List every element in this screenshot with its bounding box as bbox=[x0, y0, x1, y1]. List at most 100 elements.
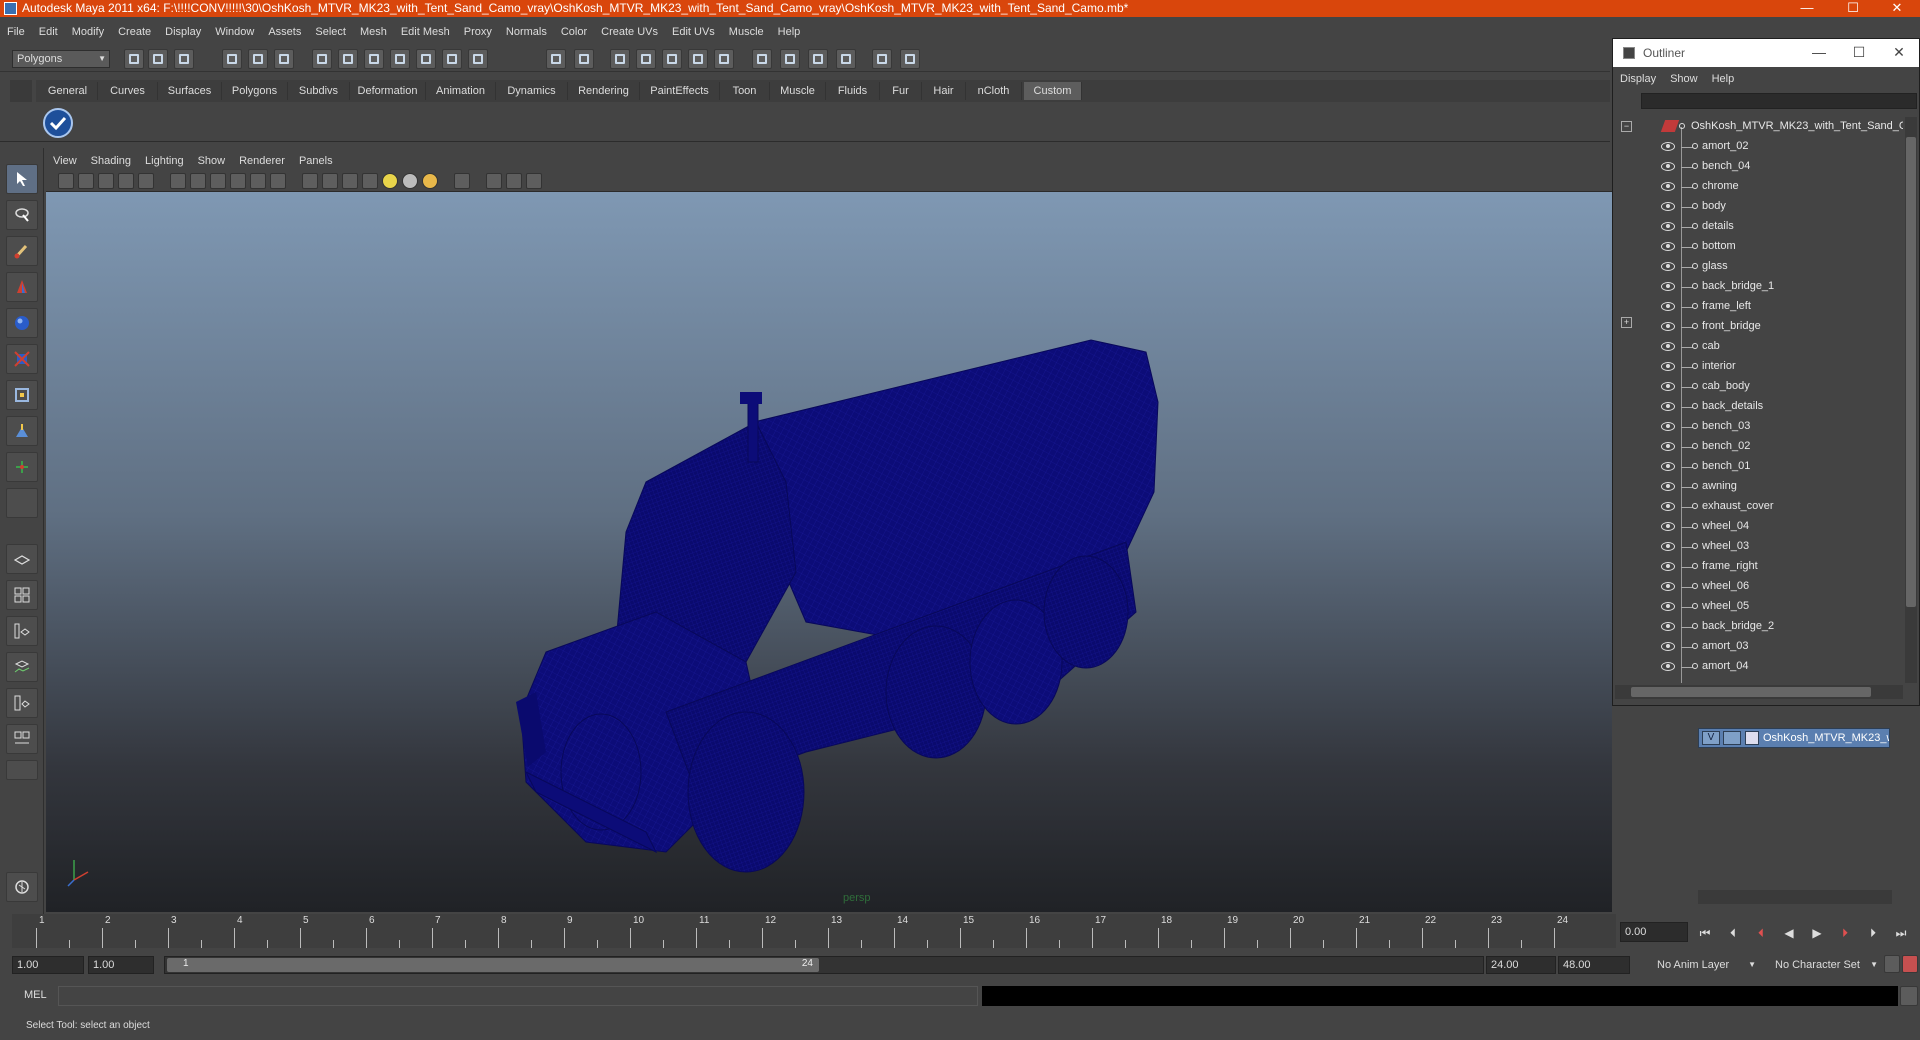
command-language-label[interactable]: MEL bbox=[24, 989, 47, 1001]
attribute-editor-icon[interactable] bbox=[808, 49, 828, 69]
shelf-tab-dynamics[interactable]: Dynamics bbox=[496, 82, 568, 100]
open-scene-icon[interactable] bbox=[148, 49, 168, 69]
input-line-icon[interactable] bbox=[752, 49, 772, 69]
outliner-item[interactable]: exhaust_cover bbox=[1613, 497, 1903, 517]
menu-file[interactable]: File bbox=[0, 22, 32, 42]
time-slider[interactable]: 1 2 3 4 5 6 7 8 9 10 11 12 13 14 15 16 17 18 19 20 21 22 23 24 bbox=[12, 914, 1616, 948]
end-time-field[interactable]: 48.00 bbox=[1558, 956, 1630, 974]
display-layer-row[interactable]: V OshKosh_MTVR_MK23_with_Tent_Sand_Camo bbox=[1698, 728, 1890, 748]
layout-persp-graph-icon[interactable] bbox=[6, 652, 38, 682]
shelf-tab-fur[interactable]: Fur bbox=[880, 82, 922, 100]
outliner-item[interactable]: interior bbox=[1613, 357, 1903, 377]
outliner-item[interactable]: cab_body bbox=[1613, 377, 1903, 397]
outliner-item[interactable]: back_bridge_1 bbox=[1613, 277, 1903, 297]
outliner-item[interactable]: bench_03 bbox=[1613, 417, 1903, 437]
outliner-item[interactable]: chrome bbox=[1613, 177, 1903, 197]
menu-muscle[interactable]: Muscle bbox=[722, 22, 771, 42]
perspective-viewport[interactable] bbox=[46, 192, 1612, 912]
outliner-item[interactable]: amort_03 bbox=[1613, 637, 1903, 657]
current-time-field[interactable]: 0.00 bbox=[1620, 922, 1688, 942]
layer-horizontal-scrollbar[interactable] bbox=[1698, 890, 1892, 904]
script-editor-icon[interactable] bbox=[1900, 986, 1918, 1006]
shelf-tab-custom[interactable]: Custom bbox=[1024, 82, 1082, 100]
wireframe-on-shaded-icon[interactable] bbox=[342, 173, 358, 189]
range-handle[interactable]: 1 24 bbox=[167, 958, 819, 972]
gate-mask-icon[interactable] bbox=[210, 173, 226, 189]
menu-assets[interactable]: Assets bbox=[261, 22, 308, 42]
last-tool-icon[interactable] bbox=[6, 488, 38, 518]
shelf-tab-fluids[interactable]: Fluids bbox=[826, 82, 880, 100]
snap-curve-icon[interactable] bbox=[338, 49, 358, 69]
panel-menu-renderer[interactable]: Renderer bbox=[232, 152, 292, 170]
playback-start-field[interactable]: 1.00 bbox=[88, 956, 154, 974]
bookmark-icon[interactable] bbox=[98, 173, 114, 189]
shelf-tab-ncloth[interactable]: nCloth bbox=[966, 82, 1022, 100]
field-chart-icon[interactable] bbox=[230, 173, 246, 189]
scale-tool-icon[interactable] bbox=[6, 344, 38, 374]
layout-four-icon[interactable] bbox=[6, 580, 38, 610]
wireframe-icon[interactable] bbox=[302, 173, 318, 189]
manipulator-tool-icon[interactable] bbox=[6, 380, 38, 410]
step-forward-key-icon[interactable]: ⏵ bbox=[1836, 925, 1854, 941]
start-time-field[interactable]: 1.00 bbox=[12, 956, 84, 974]
shelf-tab-polygons[interactable]: Polygons bbox=[222, 82, 288, 100]
shelf-tab-curves[interactable]: Curves bbox=[98, 82, 158, 100]
outliner-item[interactable]: frame_left bbox=[1613, 297, 1903, 317]
outliner-maximize-button[interactable]: ☐ bbox=[1839, 39, 1879, 67]
shelf-tab-deformation[interactable]: Deformation bbox=[350, 82, 426, 100]
use-all-lights-icon[interactable] bbox=[382, 173, 398, 189]
smooth-shade-icon[interactable] bbox=[322, 173, 338, 189]
menu-help[interactable]: Help bbox=[771, 22, 808, 42]
grid-icon[interactable] bbox=[138, 173, 154, 189]
select-component-icon[interactable] bbox=[274, 49, 294, 69]
xray-icon[interactable] bbox=[486, 173, 502, 189]
outliner-item[interactable]: back_details bbox=[1613, 397, 1903, 417]
menu-set-dropdown[interactable]: Polygons ▼ bbox=[12, 50, 110, 68]
outliner-item[interactable]: frame_right bbox=[1613, 557, 1903, 577]
quick-layout-icon[interactable] bbox=[6, 872, 38, 902]
range-track[interactable]: 1 24 bbox=[164, 956, 1484, 974]
panel-menu-lighting[interactable]: Lighting bbox=[138, 152, 191, 170]
help-icon[interactable] bbox=[468, 49, 488, 69]
isolate-select-icon[interactable] bbox=[454, 173, 470, 189]
snap-surface-icon[interactable] bbox=[416, 49, 436, 69]
lasso-tool-icon[interactable] bbox=[6, 200, 38, 230]
menu-proxy[interactable]: Proxy bbox=[457, 22, 499, 42]
channel-box-icon[interactable] bbox=[780, 49, 800, 69]
outliner-menu-show[interactable]: Show bbox=[1663, 69, 1705, 89]
outliner-item[interactable]: glass bbox=[1613, 257, 1903, 277]
outliner-minimize-button[interactable]: — bbox=[1799, 39, 1839, 67]
menu-create-uvs[interactable]: Create UVs bbox=[594, 22, 665, 42]
layer-editor-icon[interactable] bbox=[872, 49, 892, 69]
menu-display[interactable]: Display bbox=[158, 22, 208, 42]
save-scene-icon[interactable] bbox=[174, 49, 194, 69]
menu-edit-mesh[interactable]: Edit Mesh bbox=[394, 22, 457, 42]
menu-select[interactable]: Select bbox=[308, 22, 353, 42]
maximize-button[interactable]: ☐ bbox=[1830, 0, 1876, 17]
snap-plane-icon[interactable] bbox=[390, 49, 410, 69]
anim-layer-dropdown[interactable]: No Anim Layer ▼ bbox=[1652, 956, 1760, 974]
soft-mod-tool-icon[interactable] bbox=[6, 416, 38, 446]
go-to-end-icon[interactable]: ⏭ bbox=[1892, 925, 1910, 941]
camera-select-icon[interactable] bbox=[58, 173, 74, 189]
select-hierarchy-icon[interactable] bbox=[222, 49, 242, 69]
animation-preferences-icon[interactable] bbox=[1902, 955, 1918, 973]
layer-color-swatch[interactable] bbox=[1745, 731, 1759, 745]
ipr-render-icon[interactable] bbox=[636, 49, 656, 69]
outliner-item[interactable]: amort_04 bbox=[1613, 657, 1903, 677]
camera-attributes-icon[interactable] bbox=[78, 173, 94, 189]
character-set-dropdown[interactable]: No Character Set ▼ bbox=[1770, 956, 1882, 974]
image-plane-icon[interactable] bbox=[118, 173, 134, 189]
panel-menu-view[interactable]: View bbox=[46, 152, 84, 170]
outliner-item[interactable]: details bbox=[1613, 217, 1903, 237]
close-button[interactable]: ✕ bbox=[1874, 0, 1920, 17]
tool-settings-icon[interactable] bbox=[836, 49, 856, 69]
shelf-tab-painteffects[interactable]: PaintEffects bbox=[640, 82, 720, 100]
panel-menu-shading[interactable]: Shading bbox=[84, 152, 138, 170]
menu-modify[interactable]: Modify bbox=[65, 22, 111, 42]
outliner-item[interactable]: bench_04 bbox=[1613, 157, 1903, 177]
xray-components-icon[interactable] bbox=[526, 173, 542, 189]
layer-visibility-toggle[interactable]: V bbox=[1702, 731, 1720, 745]
go-to-start-icon[interactable]: ⏮ bbox=[1696, 925, 1714, 941]
menu-mesh[interactable]: Mesh bbox=[353, 22, 394, 42]
